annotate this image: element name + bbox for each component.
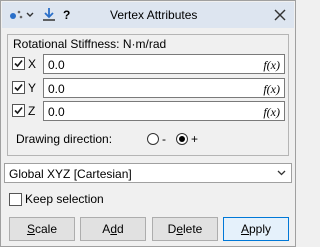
- stiffness-row-z: Z 0.0 f(x): [12, 101, 285, 121]
- apply-label: pply: [249, 222, 272, 236]
- checkbox-y[interactable]: [12, 81, 25, 94]
- direction-plus-radio[interactable]: [176, 133, 188, 145]
- coordinate-system-value: Global XYZ [Cartesian]: [9, 167, 132, 181]
- direction-minus-label: -: [162, 132, 166, 146]
- value-y: 0.0: [48, 82, 65, 96]
- value-field-x[interactable]: 0.0 f(x): [43, 54, 285, 74]
- stiffness-row-y: Y 0.0 f(x): [12, 78, 285, 98]
- delete-mnemonic: e: [176, 222, 183, 236]
- value-field-z[interactable]: 0.0 f(x): [43, 101, 285, 121]
- apply-mnemonic: A: [240, 222, 249, 236]
- axis-label-z: Z: [28, 104, 36, 118]
- function-button-y[interactable]: f(x): [263, 82, 280, 96]
- keep-selection-checkbox[interactable]: [9, 193, 22, 206]
- add-label-end: d: [117, 222, 124, 236]
- download-icon[interactable]: [42, 7, 56, 22]
- chevron-down-icon: [277, 170, 286, 176]
- function-button-x[interactable]: f(x): [263, 58, 280, 72]
- close-icon[interactable]: [274, 9, 286, 21]
- axis-label-x: X: [28, 57, 37, 71]
- checkbox-z[interactable]: [12, 104, 25, 117]
- dropdown-arrow-icon[interactable]: [26, 12, 34, 18]
- delete-label-start: D: [167, 222, 177, 236]
- keep-selection-label: Keep selection: [25, 192, 104, 206]
- scale-label: cale: [35, 222, 58, 236]
- value-field-y[interactable]: 0.0 f(x): [43, 78, 285, 98]
- apply-button[interactable]: Apply: [223, 217, 289, 241]
- direction-plus-label: +: [191, 132, 199, 146]
- scale-button[interactable]: Scale: [9, 217, 75, 241]
- checkmark-icon: [14, 106, 23, 115]
- vertex-attributes-dialog: ? Vertex Attributes Rotational Stiffness…: [0, 0, 296, 247]
- function-button-z[interactable]: f(x): [263, 105, 280, 119]
- value-z: 0.0: [48, 105, 65, 119]
- value-x: 0.0: [48, 58, 65, 72]
- help-icon[interactable]: ?: [63, 8, 70, 22]
- group-title: Rotational Stiffness: N·m/rad: [12, 37, 168, 51]
- coordinate-system-select[interactable]: Global XYZ [Cartesian]: [4, 163, 292, 183]
- drawing-direction-label: Drawing direction:: [16, 132, 113, 146]
- delete-label-end: lete: [183, 222, 203, 236]
- stiffness-row-x: X 0.0 f(x): [12, 54, 285, 74]
- axis-label-y: Y: [28, 81, 37, 95]
- radio-selected-dot: [179, 136, 185, 142]
- snap-settings-icon[interactable]: [8, 8, 24, 22]
- checkmark-icon: [14, 83, 23, 92]
- checkmark-icon: [14, 59, 23, 68]
- scale-mnemonic: S: [26, 222, 35, 236]
- add-mnemonic: d: [110, 222, 117, 236]
- delete-button[interactable]: Delete: [152, 217, 218, 241]
- title-bar: ? Vertex Attributes: [2, 2, 294, 28]
- dialog-title: Vertex Attributes: [110, 8, 198, 22]
- checkbox-x[interactable]: [12, 57, 25, 70]
- add-button[interactable]: Add: [80, 217, 146, 241]
- direction-minus-radio[interactable]: [147, 133, 159, 145]
